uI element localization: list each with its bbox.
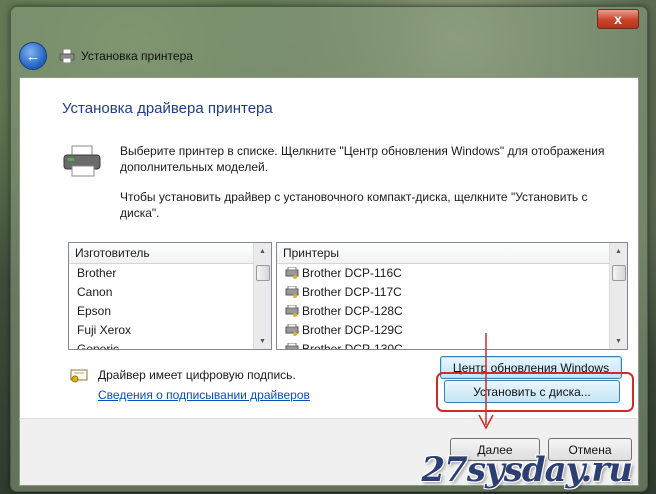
printer-name: Brother DCP-116C (302, 266, 402, 280)
manufacturer-list[interactable]: Изготовитель Brother Canon Epson Fuji Xe… (68, 242, 272, 350)
signed-driver-icon (70, 369, 88, 383)
driver-signing-link[interactable]: Сведения о подписывании драйверов (98, 388, 310, 402)
scroll-down-icon[interactable]: ▼ (610, 333, 627, 349)
list-item[interactable]: Brother DCP-128C (277, 302, 627, 321)
list-item[interactable]: Brother DCP-116C (277, 264, 627, 283)
list-item[interactable]: Fuji Xerox (69, 321, 271, 340)
printer-driver-icon (285, 267, 299, 279)
printer-driver-icon (285, 343, 299, 349)
printer-driver-icon (285, 324, 299, 336)
signature-status: Драйвер имеет цифровую подпись. (98, 368, 296, 382)
instruction-text-1: Выберите принтер в списке. Щелкните "Цен… (120, 144, 605, 174)
list-item[interactable]: Epson (69, 302, 271, 321)
printer-driver-icon (285, 305, 299, 317)
printer-setup-window: x ← Установка принтера Установка драйвер… (10, 6, 648, 492)
red-arrow-annotation (478, 333, 494, 430)
list-item[interactable]: Brother DCP-130C (277, 340, 627, 350)
manufacturer-list-header[interactable]: Изготовитель (69, 243, 271, 264)
list-item[interactable]: Brother DCP-129C (277, 321, 627, 340)
scroll-thumb[interactable] (612, 265, 626, 281)
back-arrow-icon[interactable]: ← (19, 42, 47, 70)
printer-list[interactable]: Принтеры Brother DCP-116C Brother DCP-11… (276, 242, 628, 350)
printer-driver-icon (285, 286, 299, 298)
printer-icon (59, 49, 75, 63)
list-item[interactable]: Generic (69, 340, 271, 349)
window-title: Установка принтера (81, 49, 193, 63)
printer-name: Brother DCP-117C (302, 285, 402, 299)
printer-scrollbar[interactable]: ▲ ▼ (609, 243, 627, 349)
printer-name: Brother DCP-129C (302, 323, 403, 337)
site-watermark: 27sysday.ru (421, 450, 633, 490)
list-item[interactable]: Brother (69, 264, 271, 283)
scroll-up-icon[interactable]: ▲ (610, 243, 627, 259)
have-disk-button[interactable]: Установить с диска... (444, 380, 620, 403)
scroll-up-icon[interactable]: ▲ (254, 243, 271, 259)
title-bar: ← Установка принтера (19, 41, 639, 71)
list-item[interactable]: Brother DCP-117C (277, 283, 627, 302)
wizard-content: Установка драйвера принтера Выберите при… (19, 77, 639, 419)
list-item[interactable]: Canon (69, 283, 271, 302)
printer-icon-large (63, 145, 101, 177)
manufacturer-scrollbar[interactable]: ▲ ▼ (253, 243, 271, 349)
instruction-text-2: Чтобы установить драйвер с установочного… (120, 190, 588, 220)
scroll-down-icon[interactable]: ▼ (254, 333, 271, 349)
printer-name: Brother DCP-130C (302, 342, 403, 350)
printer-list-header[interactable]: Принтеры (277, 243, 627, 264)
scroll-thumb[interactable] (256, 265, 270, 281)
close-button[interactable]: x (597, 9, 639, 29)
page-heading: Установка драйвера принтера (62, 100, 273, 117)
printer-name: Brother DCP-128C (302, 304, 403, 318)
